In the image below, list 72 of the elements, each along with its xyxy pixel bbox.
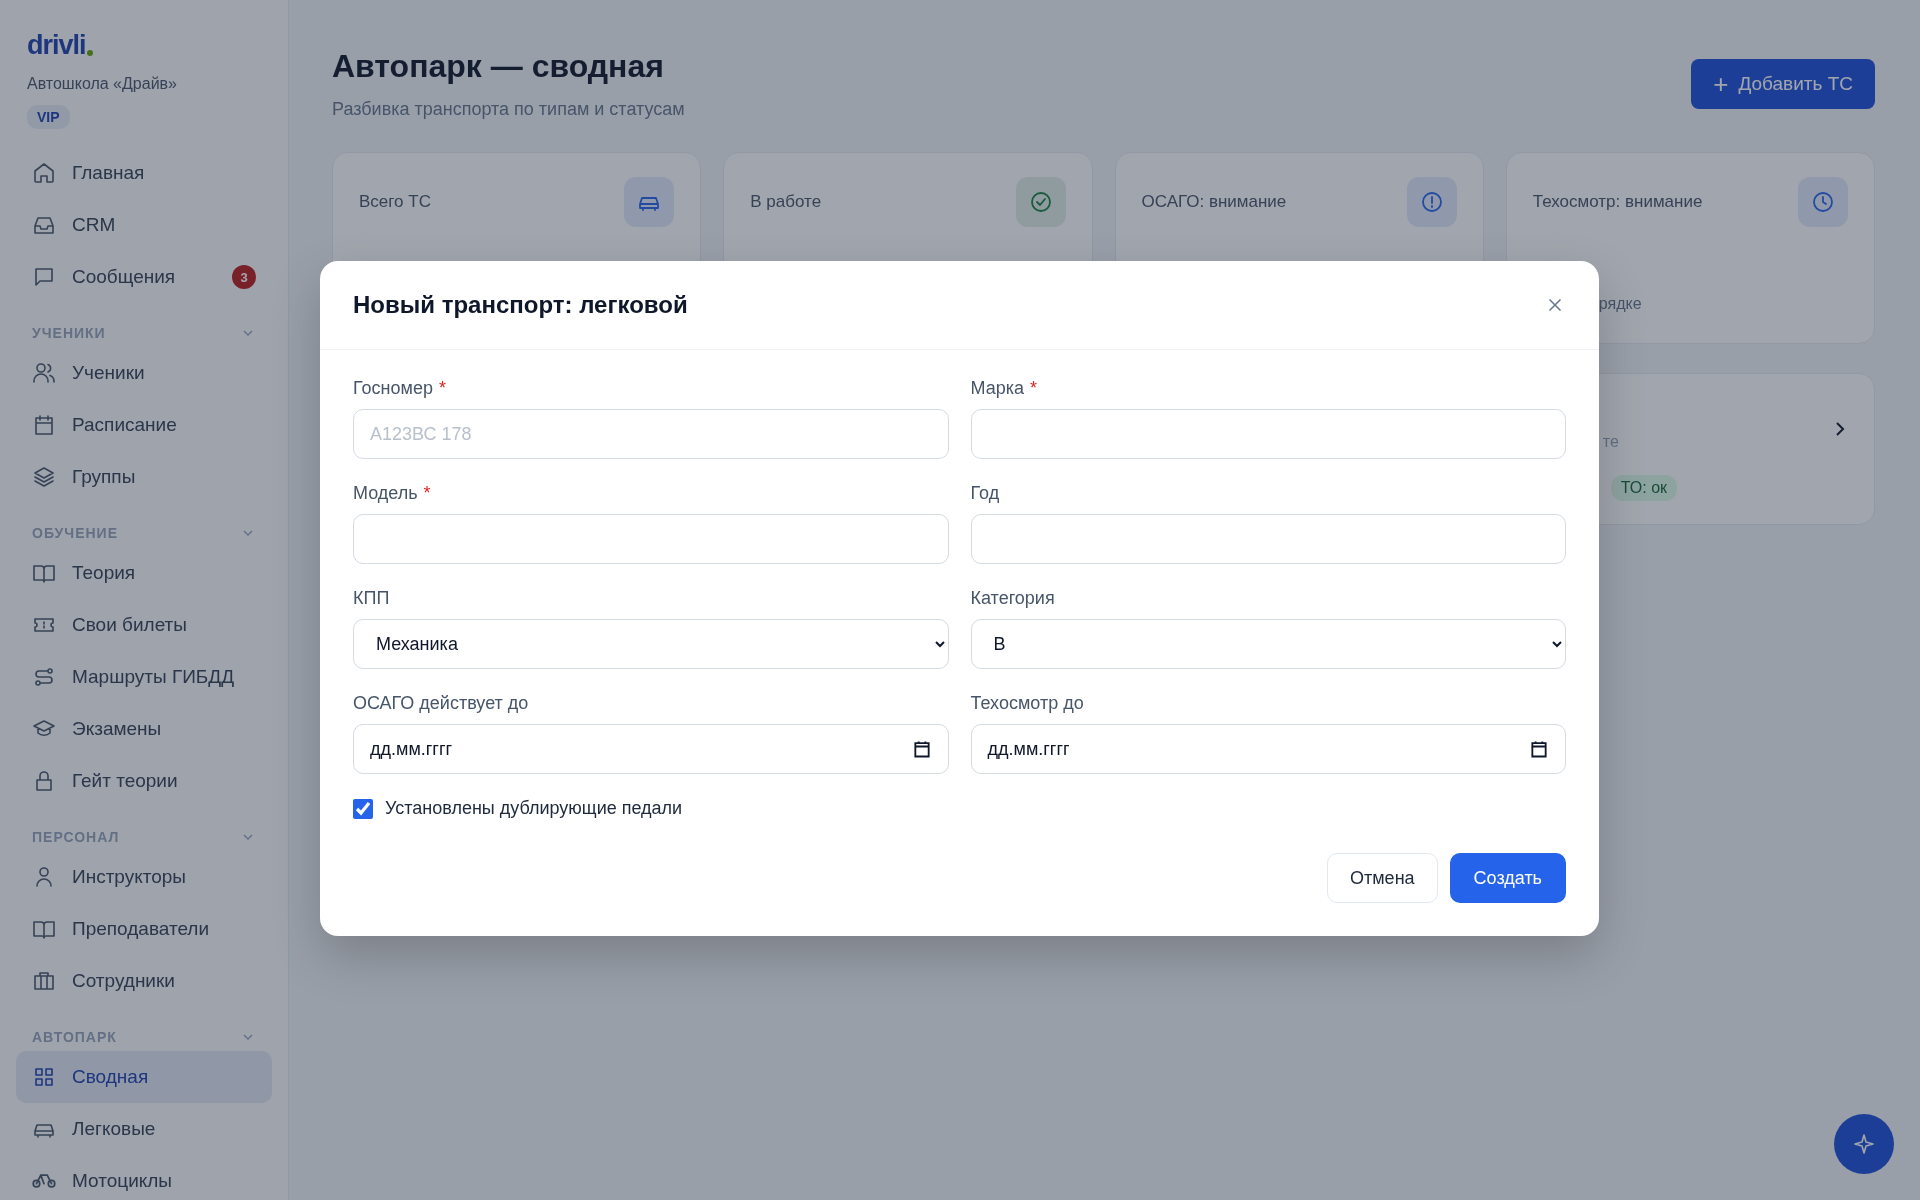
nav-item[interactable]: Сводная [16,1051,272,1103]
stat-note: рядке [1598,295,1642,313]
nav-item[interactable]: Маршруты ГИБДД [16,651,272,703]
calendar-icon [32,413,56,437]
nav-item[interactable]: Легковые [16,1103,272,1155]
calendar-icon [1529,739,1549,759]
field-label: Год [970,483,1001,504]
nav-item[interactable]: CRM [16,199,272,251]
field-label: КПП [353,588,391,609]
sparkle-icon [1852,1132,1876,1156]
nav-item[interactable]: Преподаватели [16,903,272,955]
field-label: Модель * [353,483,432,504]
type-card-text: те [1602,433,1619,451]
school-name: Автошкола «Драйв» [26,75,178,93]
create-button[interactable]: Создать [1449,853,1566,903]
field-label: Госномер * [353,378,447,399]
add-vehicle-button[interactable]: + Добавить ТС [1691,59,1875,109]
modal-title: Новый транспорт: легковой [353,291,688,319]
nav-item[interactable]: Ученики [16,347,272,399]
cancel-button[interactable]: Отмена [1327,853,1438,903]
briefcase-icon [32,969,56,993]
stat-label: Всего ТС [359,192,431,212]
clock-icon [1811,190,1835,214]
nav-item[interactable]: Расписание [16,399,272,451]
nav-item[interactable]: Сообщения 3 [16,251,272,303]
nav-item[interactable]: Главная [16,147,272,199]
bicycle-icon [32,1174,56,1188]
field-label: ОСАГО действует до [353,693,530,714]
grid-icon [32,1065,56,1089]
nav-item[interactable]: Гейт теории [16,755,272,807]
section-title: УЧЕНИКИ [32,325,106,341]
chat-icon [32,265,56,289]
nav-item[interactable]: Мотоциклы [16,1155,272,1200]
section-title: ПЕРСОНАЛ [32,829,120,845]
nav-item[interactable]: Экзамены [16,703,272,755]
date-field[interactable]: дд.мм.гггг [353,724,949,774]
page-title: Автопарк — сводная [332,48,665,85]
layers-icon [32,465,56,489]
input-field[interactable] [970,514,1566,564]
checkbox[interactable] [353,798,373,819]
date-field[interactable]: дд.мм.гггг [970,724,1566,774]
assistant-button[interactable] [1834,1114,1894,1174]
select-field[interactable]: B [970,619,1566,669]
home-icon [32,161,56,185]
stat-label: ОСАГО: внимание [1141,192,1287,212]
stat-label: В работе [750,192,822,212]
alert-icon [1419,190,1444,214]
input-field[interactable]: А123ВС 178 [353,409,949,459]
calendar-icon [911,739,932,759]
input-field[interactable] [353,514,949,564]
nav-item[interactable]: Инструкторы [16,851,272,903]
checkbox-label: Установлены дублирующие педали [385,798,683,819]
nav-item[interactable]: Сотрудники [16,955,272,1007]
logo-dot-icon [86,50,93,56]
unread-badge: 3 [232,265,256,289]
section-title: ОБУЧЕНИЕ [32,525,118,541]
logo: drivli [27,30,86,61]
nav-item[interactable]: Группы [16,451,272,503]
select-field[interactable]: Механика [353,619,949,669]
nav-item[interactable]: Теория [16,547,272,599]
status-tag: ТО: ок [1610,475,1678,501]
field-label: Техосмотр до [970,693,1085,714]
field-label: Категория [970,588,1056,609]
input-field[interactable] [970,409,1566,459]
nav-item[interactable]: Свои билеты [16,599,272,651]
section-title: АВТОПАРК [32,1029,117,1045]
route-icon [32,665,56,689]
plan-badge: VIP [27,105,70,129]
stat-label: Техосмотр: внимание [1532,192,1703,212]
field-label: Марка * [970,378,1038,399]
page-subtitle: Разбивка транспорта по типам и статусам [332,99,685,120]
users-icon [32,361,56,385]
